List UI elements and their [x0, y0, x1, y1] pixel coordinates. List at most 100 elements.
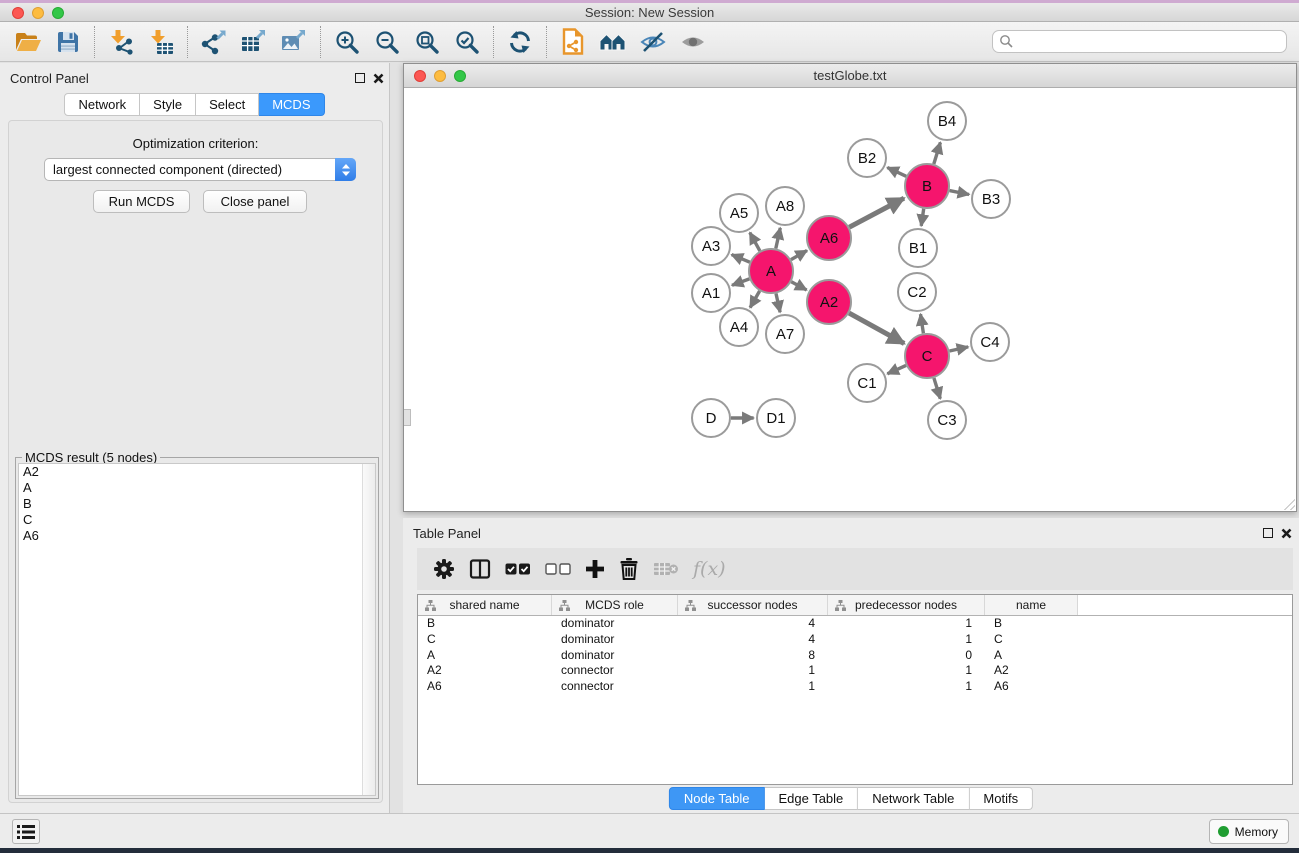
export-image-button[interactable]	[274, 24, 314, 60]
zoom-selected-button[interactable]	[447, 24, 487, 60]
close-table-panel-button[interactable]	[1279, 526, 1293, 540]
table-cell[interactable]: B	[418, 616, 552, 632]
run-mcds-button[interactable]: Run MCDS	[93, 190, 190, 213]
result-item[interactable]: A6	[19, 528, 375, 544]
edge-C-C1[interactable]	[887, 365, 906, 373]
table-cell[interactable]: 8	[678, 648, 828, 664]
tab-mcds[interactable]: MCDS	[259, 93, 324, 116]
tab-network-table[interactable]: Network Table	[858, 787, 969, 810]
node-A7[interactable]: A7	[766, 315, 804, 353]
edge-A-A7[interactable]	[776, 294, 780, 313]
tab-edge-table[interactable]: Edge Table	[764, 787, 858, 810]
tab-network[interactable]: Network	[64, 93, 140, 116]
edge-B-B3[interactable]	[950, 191, 970, 195]
table-row[interactable]: Bdominator41B	[418, 616, 1292, 632]
edge-A-A3[interactable]	[732, 255, 750, 263]
table-cell[interactable]: 4	[678, 632, 828, 648]
node-D[interactable]: D	[692, 399, 730, 437]
node-B3[interactable]: B3	[972, 180, 1010, 218]
table-cell[interactable]: A	[985, 648, 1078, 664]
node-B4[interactable]: B4	[928, 102, 966, 140]
close-panel-button[interactable]	[371, 71, 385, 85]
node-A2[interactable]: A2	[807, 280, 851, 324]
edge-A-A5[interactable]	[750, 233, 760, 251]
hide-details-button[interactable]	[633, 24, 673, 60]
optimization-criterion-select[interactable]: largest connected component (directed)	[44, 158, 356, 181]
edge-A-A1[interactable]	[732, 279, 749, 285]
splitter-grip[interactable]	[404, 409, 411, 426]
table-cell[interactable]: A	[418, 648, 552, 664]
tab-node-table[interactable]: Node Table	[669, 787, 765, 810]
delete-column-button[interactable]	[619, 558, 639, 580]
node-C1[interactable]: C1	[848, 364, 886, 402]
table-cell[interactable]: dominator	[552, 632, 678, 648]
table-cell[interactable]: 0	[828, 648, 985, 664]
home-button[interactable]	[593, 24, 633, 60]
table-row[interactable]: A6connector11A6	[418, 679, 1292, 695]
table-cell[interactable]: C	[985, 632, 1078, 648]
node-A4[interactable]: A4	[720, 308, 758, 346]
table-cell[interactable]: connector	[552, 663, 678, 679]
new-network-from-selection-button[interactable]	[553, 24, 593, 60]
deselect-all-button[interactable]	[545, 562, 571, 576]
table-cell[interactable]: C	[418, 632, 552, 648]
result-item[interactable]: C	[19, 512, 375, 528]
result-scrollbar[interactable]	[362, 464, 375, 795]
column-header[interactable]: name	[985, 595, 1078, 615]
open-session-button[interactable]	[8, 24, 48, 60]
table-row[interactable]: Cdominator41C	[418, 632, 1292, 648]
table-cell[interactable]: 1	[828, 632, 985, 648]
table-cell[interactable]: 1	[828, 663, 985, 679]
edge-C-C4[interactable]	[950, 347, 969, 351]
table-row[interactable]: Adominator80A	[418, 648, 1292, 664]
table-cell[interactable]: dominator	[552, 648, 678, 664]
node-B[interactable]: B	[905, 164, 949, 208]
node-C3[interactable]: C3	[928, 401, 966, 439]
table-cell[interactable]: A6	[985, 679, 1078, 695]
result-item[interactable]: B	[19, 496, 375, 512]
memory-button[interactable]: Memory	[1209, 819, 1289, 844]
tab-select[interactable]: Select	[196, 93, 259, 116]
network-canvas[interactable]: AA1A2A3A4A5A6A7A8BB1B2B3B4CC1C2C3C4DD1	[404, 89, 1296, 511]
column-header[interactable]: MCDS role	[552, 595, 678, 615]
save-session-button[interactable]	[48, 24, 88, 60]
edge-A6-B[interactable]	[849, 198, 904, 227]
table-cell[interactable]: A2	[985, 663, 1078, 679]
column-mode-button[interactable]	[469, 558, 491, 580]
edge-B-B1[interactable]	[921, 209, 924, 226]
import-table-button[interactable]	[141, 24, 181, 60]
edge-C-C2[interactable]	[921, 314, 924, 333]
table-cell[interactable]: 1	[678, 663, 828, 679]
float-table-panel-button[interactable]	[1261, 526, 1275, 540]
node-C4[interactable]: C4	[971, 323, 1009, 361]
node-B1[interactable]: B1	[899, 229, 937, 267]
add-column-button[interactable]	[585, 559, 605, 579]
node-C[interactable]: C	[905, 334, 949, 378]
table-cell[interactable]: connector	[552, 679, 678, 695]
column-header[interactable]: shared name	[418, 595, 552, 615]
edge-A-A8[interactable]	[776, 228, 781, 249]
node-A[interactable]: A	[749, 249, 793, 293]
result-item[interactable]: A	[19, 480, 375, 496]
node-A8[interactable]: A8	[766, 187, 804, 225]
export-network-button[interactable]	[194, 24, 234, 60]
table-cell[interactable]: 1	[828, 616, 985, 632]
apply-layout-button[interactable]	[500, 24, 540, 60]
node-B2[interactable]: B2	[848, 139, 886, 177]
node-D1[interactable]: D1	[757, 399, 795, 437]
table-cell[interactable]: 4	[678, 616, 828, 632]
import-network-button[interactable]	[101, 24, 141, 60]
zoom-in-button[interactable]	[327, 24, 367, 60]
edge-A2-C[interactable]	[849, 313, 904, 343]
edge-B-B2[interactable]	[887, 168, 906, 177]
edge-B-B4[interactable]	[934, 142, 941, 164]
delete-table-button[interactable]	[653, 560, 679, 578]
network-window-titlebar[interactable]: testGlobe.txt	[404, 64, 1296, 88]
task-history-button[interactable]	[12, 819, 40, 844]
zoom-out-button[interactable]	[367, 24, 407, 60]
node-A6[interactable]: A6	[807, 216, 851, 260]
node-A1[interactable]: A1	[692, 274, 730, 312]
show-details-button[interactable]	[673, 24, 713, 60]
select-all-button[interactable]	[505, 562, 531, 576]
edge-C-C3[interactable]	[934, 378, 940, 399]
